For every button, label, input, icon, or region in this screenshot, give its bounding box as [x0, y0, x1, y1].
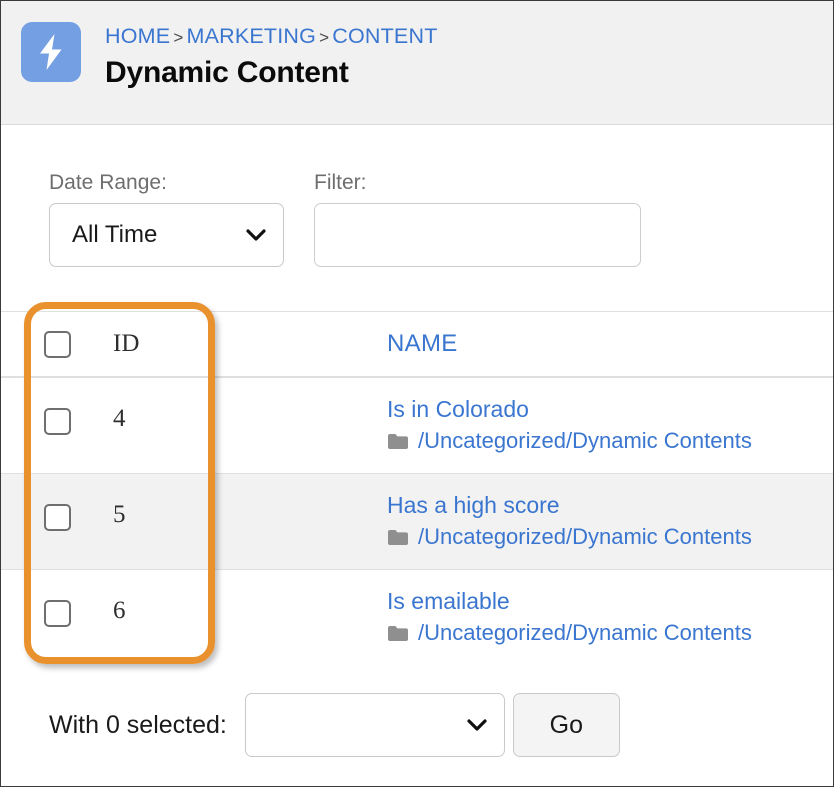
filter-input-wrapper[interactable]: [314, 203, 641, 267]
bulk-action-bar: With 0 selected: Go: [1, 687, 833, 763]
breadcrumb-separator: >: [319, 28, 330, 47]
go-button[interactable]: Go: [512, 693, 620, 757]
filter-bar: Date Range: All Time Filter:: [1, 125, 833, 291]
row-name-link[interactable]: Is in Colorado: [387, 394, 833, 424]
row-name-cell: Is emailable /Uncategorized/Dynamic Cont…: [387, 570, 833, 647]
lightning-bolt-icon: [21, 22, 81, 82]
select-all-checkbox[interactable]: [43, 330, 71, 358]
breadcrumb: HOME > MARKETING > CONTENT: [105, 23, 438, 51]
table-row[interactable]: 5 Has a high score /Uncategorized/Dynami…: [1, 473, 833, 569]
row-checkbox[interactable]: [43, 600, 71, 627]
date-range-label: Date Range:: [49, 171, 167, 194]
date-range-select[interactable]: All Time: [49, 203, 284, 267]
row-select-cell: [1, 570, 113, 627]
row-name-cell: Has a high score /Uncategorized/Dynamic …: [387, 474, 833, 551]
row-path-text: /Uncategorized/Dynamic Contents: [418, 620, 752, 645]
breadcrumb-separator: >: [173, 28, 184, 47]
chevron-down-icon: [467, 719, 487, 731]
folder-icon: [388, 625, 408, 641]
bulk-action-select[interactable]: [244, 693, 505, 757]
row-select-cell: [1, 474, 113, 531]
row-checkbox[interactable]: [43, 408, 71, 435]
row-path-link[interactable]: /Uncategorized/Dynamic Contents: [387, 523, 833, 551]
filter-field: Filter:: [314, 170, 641, 267]
row-name-link[interactable]: Has a high score: [387, 490, 833, 520]
filter-input[interactable]: [315, 204, 640, 266]
row-path-text: /Uncategorized/Dynamic Contents: [418, 524, 752, 549]
selected-count-label: With 0 selected:: [49, 711, 227, 739]
breadcrumb-item-home[interactable]: HOME: [105, 24, 170, 48]
row-id: 4: [113, 405, 126, 432]
row-checkbox[interactable]: [43, 504, 71, 531]
breadcrumb-item-marketing[interactable]: MARKETING: [186, 24, 316, 48]
row-path-link[interactable]: /Uncategorized/Dynamic Contents: [387, 427, 833, 455]
table-header-row: ID NAME: [1, 311, 833, 377]
page-header: HOME > MARKETING > CONTENT Dynamic Content: [1, 1, 833, 125]
row-name-link[interactable]: Is emailable: [387, 586, 833, 616]
table-row[interactable]: 4 Is in Colorado /Uncategorized/Dynamic …: [1, 377, 833, 473]
row-path-link[interactable]: /Uncategorized/Dynamic Contents: [387, 619, 833, 647]
row-name-cell: Is in Colorado /Uncategorized/Dynamic Co…: [387, 378, 833, 455]
date-range-value: All Time: [72, 221, 158, 248]
folder-icon: [388, 529, 408, 545]
content-table: ID NAME 4 Is in Colorado /Uncategorized/…: [1, 311, 833, 665]
column-header-name[interactable]: NAME: [387, 330, 833, 358]
column-header-id[interactable]: ID: [113, 329, 387, 359]
chevron-down-icon: [246, 229, 266, 241]
date-range-field: Date Range: All Time: [49, 170, 284, 267]
page-title: Dynamic Content: [105, 56, 349, 89]
breadcrumb-item-content[interactable]: CONTENT: [332, 24, 437, 48]
screenshot-root: HOME > MARKETING > CONTENT Dynamic Content D…: [0, 0, 834, 787]
filter-label: Filter:: [314, 171, 367, 194]
table-row[interactable]: 6 Is emailable /Uncategorized/Dynamic Co…: [1, 569, 833, 665]
row-id: 5: [113, 501, 126, 528]
folder-icon: [388, 433, 408, 449]
row-id: 6: [113, 597, 126, 624]
row-path-text: /Uncategorized/Dynamic Contents: [418, 428, 752, 453]
row-select-cell: [1, 378, 113, 435]
select-all-cell: [1, 330, 113, 358]
